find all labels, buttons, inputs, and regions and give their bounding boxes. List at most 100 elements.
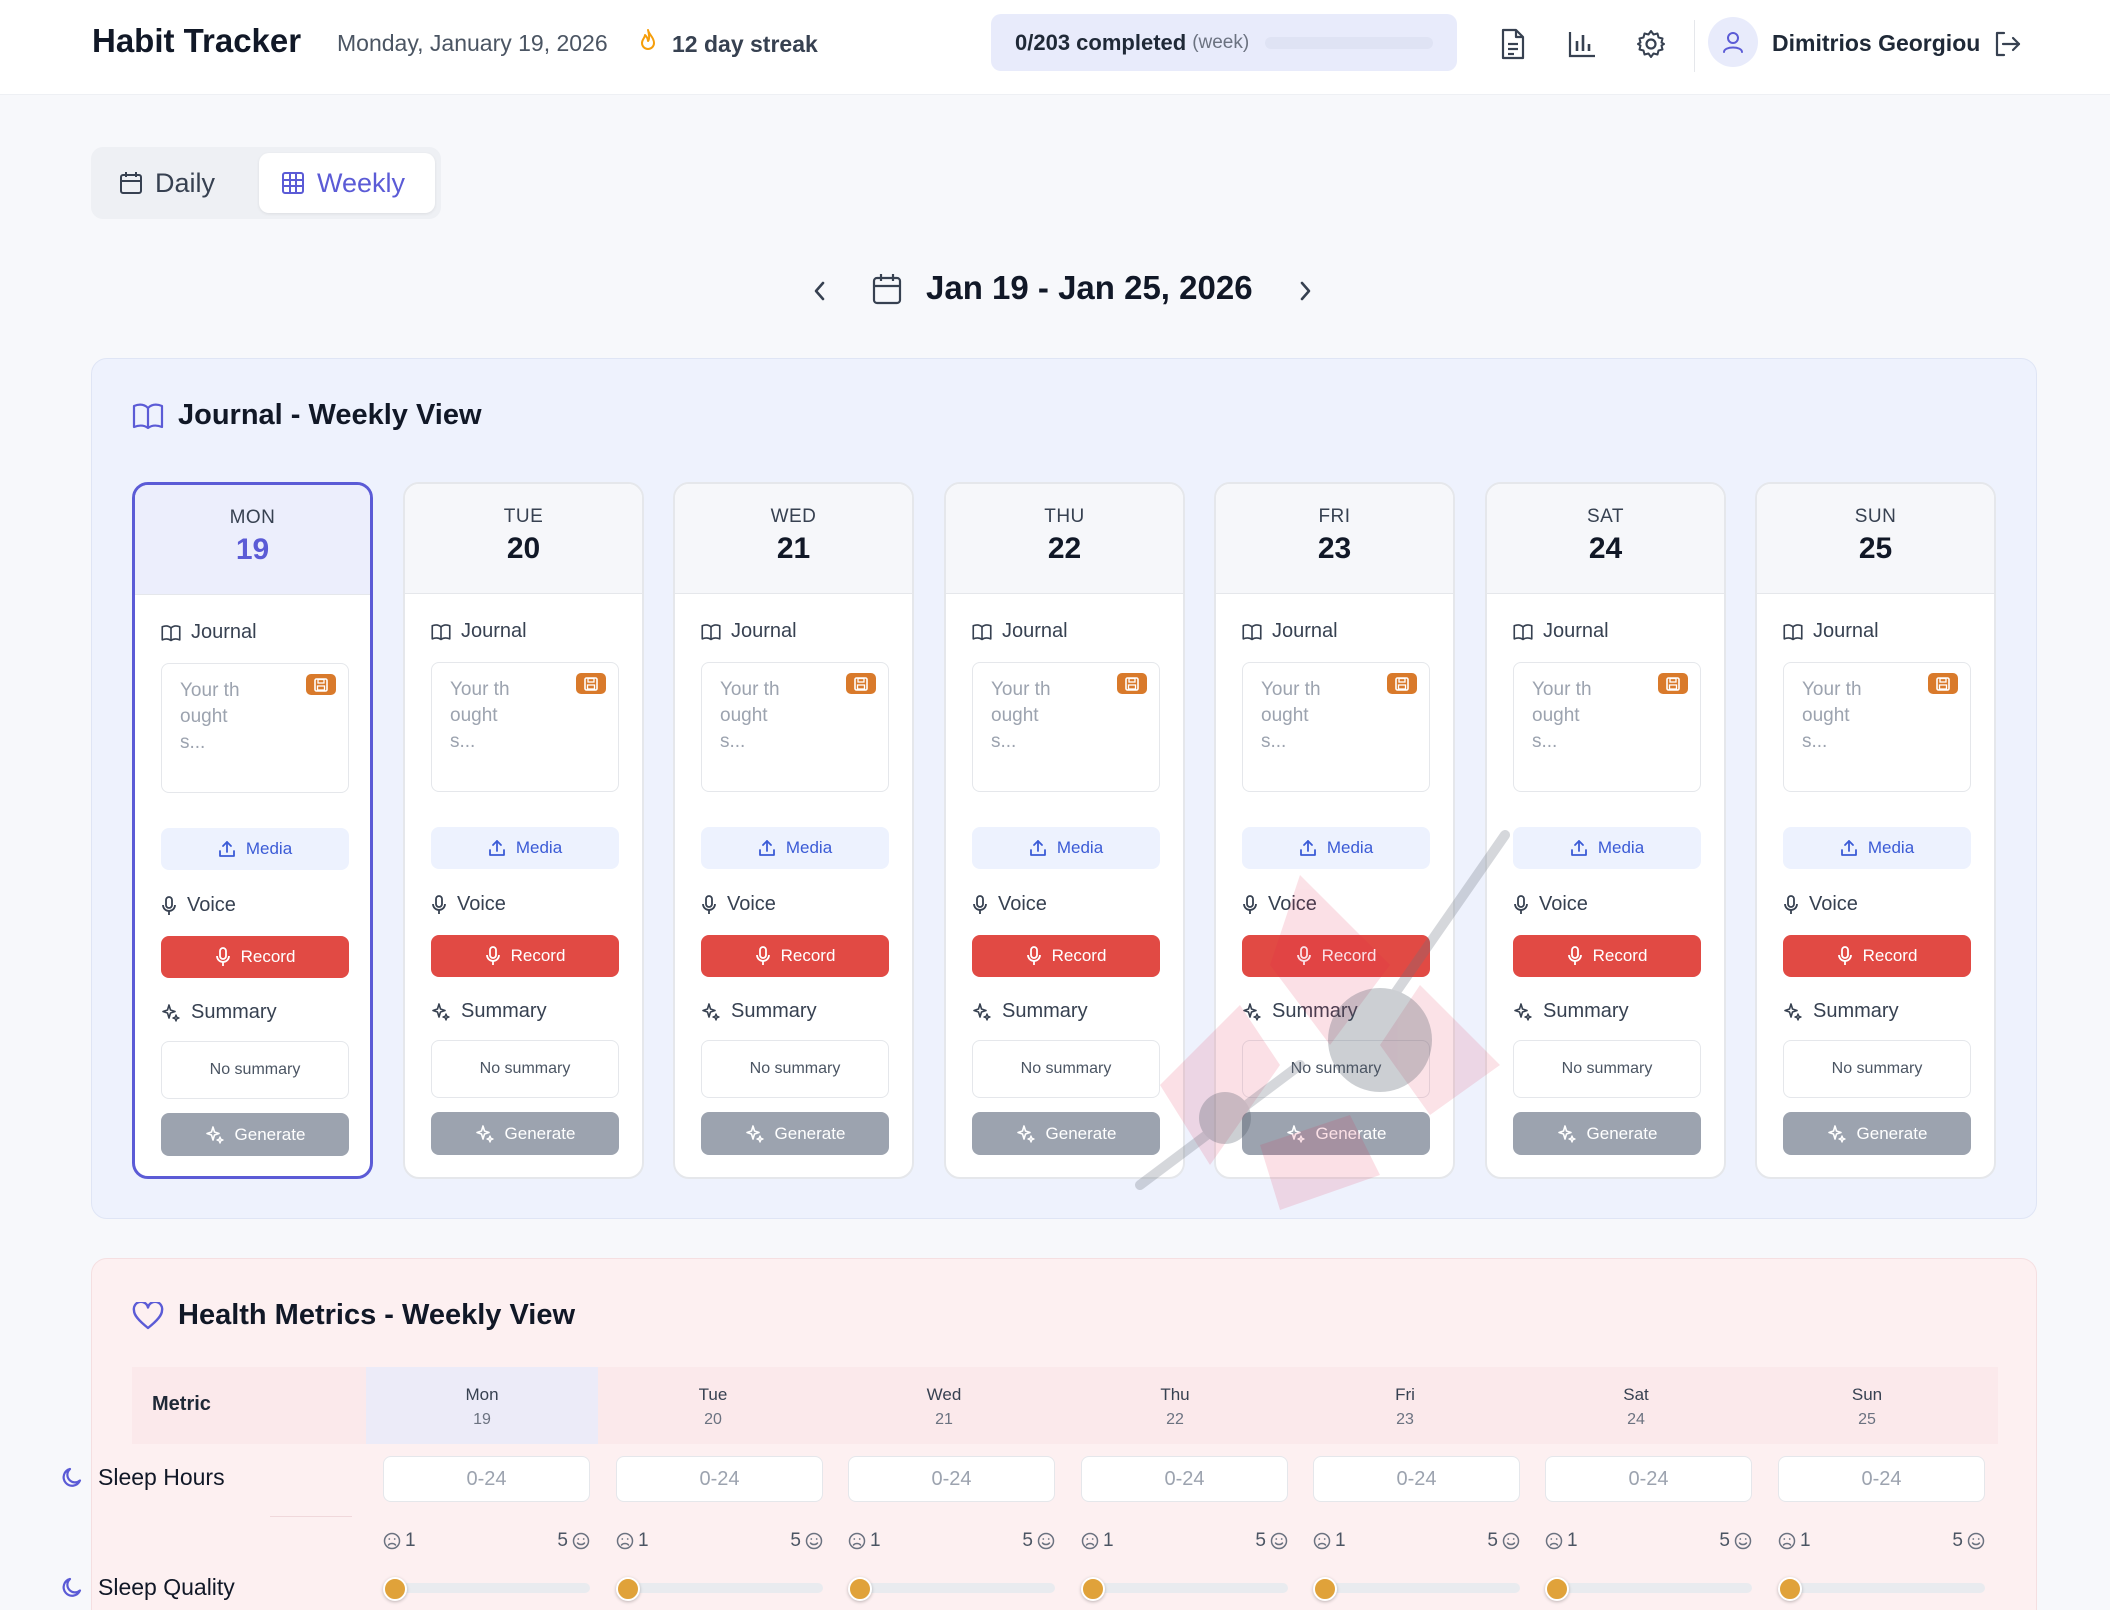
day-card-fri[interactable]: FRI 23 Journal Your thoughts... Media Voice Re…: [1214, 482, 1455, 1179]
slider-thumb[interactable]: [616, 1577, 640, 1601]
day-card-header[interactable]: SUN 25: [1757, 484, 1994, 594]
record-button[interactable]: Record: [431, 935, 619, 977]
user-name[interactable]: Dimitrios Georgiou: [1772, 30, 1980, 57]
record-button[interactable]: Record: [701, 935, 889, 977]
slider-track[interactable]: [383, 1583, 590, 1593]
slider-track[interactable]: [848, 1583, 1055, 1593]
save-journal-button[interactable]: [1658, 673, 1688, 694]
sleep-hours-input-sat[interactable]: [1545, 1456, 1752, 1502]
sleep-hours-input-wed[interactable]: [848, 1456, 1055, 1502]
slider-thumb[interactable]: [1545, 1577, 1569, 1601]
day-card-thu[interactable]: THU 22 Journal Your thoughts... Media Voice Re…: [944, 482, 1185, 1179]
logout-icon[interactable]: [1987, 24, 2027, 64]
slider-track[interactable]: [1313, 1583, 1520, 1593]
save-journal-button[interactable]: [846, 673, 876, 694]
media-upload-button[interactable]: Media: [1513, 827, 1701, 869]
record-button[interactable]: Record: [161, 936, 349, 978]
week-calendar-icon: [872, 273, 902, 310]
journal-textarea[interactable]: Your thoughts...: [972, 662, 1160, 792]
sleep-hours-input-fri[interactable]: [1313, 1456, 1520, 1502]
generate-label: Generate: [1315, 1123, 1387, 1143]
previous-week-button[interactable]: [800, 271, 840, 311]
record-button[interactable]: Record: [1242, 935, 1430, 977]
health-panel-title-text: Health Metrics - Weekly View: [178, 1299, 576, 1331]
happy-face-icon: [1734, 1532, 1752, 1550]
next-week-button[interactable]: [1285, 271, 1325, 311]
slider-track[interactable]: [1778, 1583, 1985, 1593]
bar-chart-icon[interactable]: [1562, 24, 1602, 64]
save-journal-button[interactable]: [306, 674, 336, 695]
weekly-view-button[interactable]: Weekly: [259, 153, 435, 213]
journal-textarea[interactable]: Your thoughts...: [1242, 662, 1430, 792]
generate-summary-button[interactable]: Generate: [1783, 1112, 1971, 1155]
sleep-quality-slider-thu[interactable]: [1081, 1577, 1288, 1601]
day-card-sun[interactable]: SUN 25 Journal Your thoughts... Media Voice Re…: [1755, 482, 1996, 1179]
day-card-header[interactable]: SAT 24: [1487, 484, 1724, 594]
slider-thumb[interactable]: [1778, 1577, 1802, 1601]
journal-textarea[interactable]: Your thoughts...: [431, 662, 619, 792]
slider-thumb[interactable]: [848, 1577, 872, 1601]
daily-view-button[interactable]: Daily: [97, 153, 257, 213]
generate-summary-button[interactable]: Generate: [972, 1112, 1160, 1155]
day-card-header[interactable]: WED 21: [675, 484, 912, 594]
day-card-mon[interactable]: MON 19 Journal Your thoughts... Media Voice Re…: [132, 482, 373, 1179]
settings-gear-icon[interactable]: [1631, 24, 1671, 64]
journal-textarea[interactable]: Your thoughts...: [161, 663, 349, 793]
slider-thumb[interactable]: [1081, 1577, 1105, 1601]
journal-section-label: Journal: [431, 620, 527, 643]
save-journal-button[interactable]: [1387, 673, 1417, 694]
record-button[interactable]: Record: [1513, 935, 1701, 977]
media-upload-button[interactable]: Media: [972, 827, 1160, 869]
journal-textarea[interactable]: Your thoughts...: [701, 662, 889, 792]
media-upload-button[interactable]: Media: [161, 828, 349, 870]
happy-face-icon: [1502, 1532, 1520, 1550]
scale-min: 1: [1313, 1530, 1346, 1552]
media-upload-button[interactable]: Media: [701, 827, 889, 869]
save-journal-button[interactable]: [1117, 673, 1147, 694]
record-button[interactable]: Record: [972, 935, 1160, 977]
slider-track[interactable]: [1545, 1583, 1752, 1593]
sleep-hours-input-mon[interactable]: [383, 1456, 590, 1502]
sleep-quality-slider-sun[interactable]: [1778, 1577, 1985, 1601]
journal-textarea[interactable]: Your thoughts...: [1783, 662, 1971, 792]
day-card-header[interactable]: TUE 20: [405, 484, 642, 594]
day-card-sat[interactable]: SAT 24 Journal Your thoughts... Media Voice Re…: [1485, 482, 1726, 1179]
generate-summary-button[interactable]: Generate: [161, 1113, 349, 1156]
journal-textarea[interactable]: Your thoughts...: [1513, 662, 1701, 792]
media-upload-button[interactable]: Media: [1242, 827, 1430, 869]
scale-max-value: 5: [1022, 1530, 1033, 1551]
sleep-hours-input-sun[interactable]: [1778, 1456, 1985, 1502]
day-number: 24: [1588, 532, 1623, 565]
user-avatar[interactable]: [1708, 17, 1758, 67]
progress-text: 0/203 completed: [1015, 29, 1187, 55]
slider-track[interactable]: [616, 1583, 823, 1593]
generate-summary-button[interactable]: Generate: [701, 1112, 889, 1155]
sleep-quality-slider-mon[interactable]: [383, 1577, 590, 1601]
sleep-quality-slider-fri[interactable]: [1313, 1577, 1520, 1601]
day-number: 22: [1047, 532, 1082, 565]
day-of-week: SUN: [1854, 506, 1897, 527]
day-card-tue[interactable]: TUE 20 Journal Your thoughts... Media Voice Re…: [403, 482, 644, 1179]
media-upload-button[interactable]: Media: [1783, 827, 1971, 869]
day-card-header[interactable]: MON 19: [135, 485, 370, 595]
slider-track[interactable]: [1081, 1583, 1288, 1593]
sleep-quality-slider-tue[interactable]: [616, 1577, 823, 1601]
sleep-hours-input-thu[interactable]: [1081, 1456, 1288, 1502]
day-card-header[interactable]: THU 22: [946, 484, 1183, 594]
day-card-wed[interactable]: WED 21 Journal Your thoughts... Media Voice Re…: [673, 482, 914, 1179]
generate-summary-button[interactable]: Generate: [1513, 1112, 1701, 1155]
media-upload-button[interactable]: Media: [431, 827, 619, 869]
slider-thumb[interactable]: [383, 1577, 407, 1601]
generate-summary-button[interactable]: Generate: [431, 1112, 619, 1155]
sleep-hours-input-tue[interactable]: [616, 1456, 823, 1502]
upload-icon: [1299, 840, 1316, 856]
save-journal-button[interactable]: [1928, 673, 1958, 694]
save-journal-button[interactable]: [576, 673, 606, 694]
record-button[interactable]: Record: [1783, 935, 1971, 977]
document-icon[interactable]: [1493, 24, 1533, 64]
generate-summary-button[interactable]: Generate: [1242, 1112, 1430, 1155]
slider-thumb[interactable]: [1313, 1577, 1337, 1601]
day-card-header[interactable]: FRI 23: [1216, 484, 1453, 594]
sleep-quality-slider-wed[interactable]: [848, 1577, 1055, 1601]
sleep-quality-slider-sat[interactable]: [1545, 1577, 1752, 1601]
